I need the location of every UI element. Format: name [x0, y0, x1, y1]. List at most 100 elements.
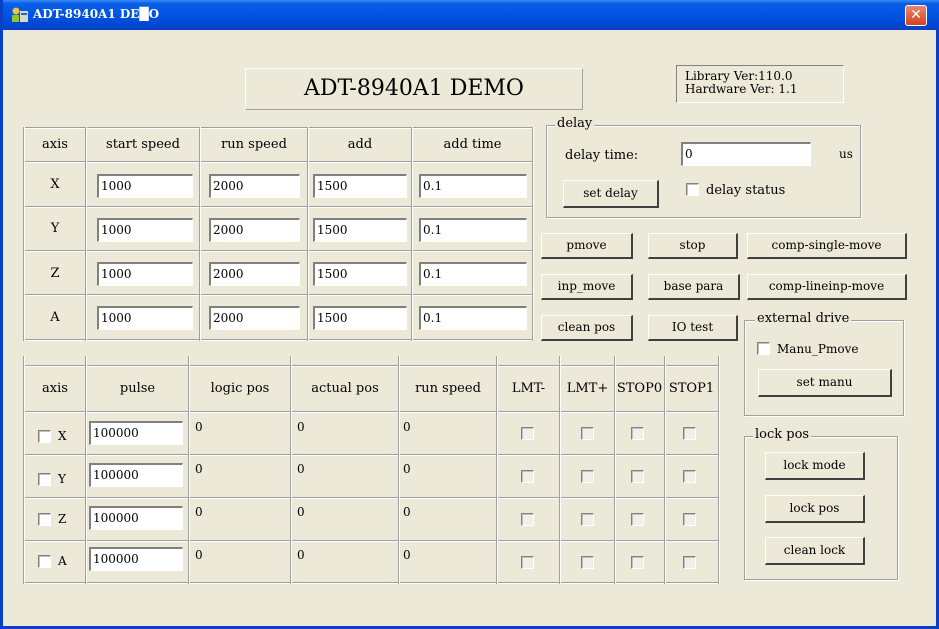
- actual-pos-value: 0: [297, 505, 305, 519]
- pos-header-stop0: STOP0: [616, 381, 663, 396]
- lock-mode-button[interactable]: lock mode: [765, 452, 865, 480]
- base-para-button[interactable]: base para: [648, 274, 740, 300]
- axis-select-checkbox[interactable]: [38, 513, 51, 526]
- stop0-indicator: [631, 427, 644, 440]
- speed-row-axis: A: [50, 310, 60, 325]
- manu-pmove-checkbox[interactable]: [757, 342, 770, 355]
- comp-single-move-button[interactable]: comp-single-move: [747, 233, 907, 259]
- pmove-button[interactable]: pmove: [541, 233, 633, 259]
- app-icon: [12, 7, 28, 22]
- lmt-minus-indicator: [521, 427, 534, 440]
- run-speed-field[interactable]: 2000: [209, 174, 300, 198]
- run-speed-field[interactable]: 2000: [209, 218, 300, 242]
- add-time-field[interactable]: 0.1: [419, 262, 527, 286]
- stop-button[interactable]: stop: [648, 233, 738, 259]
- pulse-field[interactable]: 100000: [89, 506, 183, 530]
- add-field[interactable]: 1500: [313, 218, 407, 242]
- pos-header-axis: axis: [42, 381, 68, 396]
- start-speed-field[interactable]: 1000: [97, 218, 193, 242]
- stop1-indicator: [683, 556, 696, 569]
- lock-pos-button[interactable]: lock pos: [765, 495, 865, 523]
- logic-pos-value: 0: [195, 462, 203, 476]
- run-speed-value: 0: [403, 548, 411, 562]
- add-field[interactable]: 1500: [313, 262, 407, 286]
- axis-select-checkbox[interactable]: [38, 555, 51, 568]
- stop0-indicator: [631, 556, 644, 569]
- delay-group-title: delay: [555, 116, 595, 131]
- add-field[interactable]: 1500: [313, 174, 407, 198]
- stop0-indicator: [631, 513, 644, 526]
- lmt-minus-indicator: [521, 556, 534, 569]
- logic-pos-value: 0: [195, 420, 203, 434]
- pulse-field[interactable]: 100000: [89, 421, 183, 445]
- start-speed-field[interactable]: 1000: [97, 306, 193, 330]
- pos-header-logic: logic pos: [210, 381, 270, 396]
- pos-header-stop1: STOP1: [668, 381, 715, 396]
- speed-row-axis: Z: [50, 266, 60, 281]
- pos-row-axis: Z: [58, 512, 67, 526]
- add-field[interactable]: 1500: [313, 306, 407, 330]
- pulse-field[interactable]: 100000: [89, 547, 183, 571]
- set-manu-button[interactable]: set manu: [758, 369, 892, 397]
- clean-lock-button[interactable]: clean lock: [765, 537, 865, 565]
- lmt-minus-indicator: [521, 513, 534, 526]
- logic-pos-value: 0: [195, 548, 203, 562]
- pos-header-actual: actual pos: [311, 381, 379, 396]
- logic-pos-value: 0: [195, 505, 203, 519]
- run-speed-field[interactable]: 2000: [209, 262, 300, 286]
- external-drive-title: external drive: [755, 311, 852, 326]
- speed-header-axis: axis: [42, 137, 68, 152]
- run-speed-field[interactable]: 2000: [209, 306, 300, 330]
- lmt-plus-indicator: [581, 513, 594, 526]
- add-time-field[interactable]: 0.1: [419, 218, 527, 242]
- pos-row-axis: A: [58, 554, 67, 568]
- set-delay-button[interactable]: set delay: [563, 180, 659, 208]
- actual-pos-value: 0: [297, 548, 305, 562]
- pulse-field[interactable]: 100000: [89, 463, 183, 487]
- actual-pos-value: 0: [297, 420, 305, 434]
- run-speed-value: 0: [403, 505, 411, 519]
- lmt-plus-indicator: [581, 556, 594, 569]
- lmt-minus-indicator: [521, 470, 534, 483]
- delay-status-checkbox[interactable]: [686, 183, 699, 196]
- axis-select-checkbox[interactable]: [38, 430, 51, 443]
- stop1-indicator: [683, 427, 696, 440]
- main-window: ADT-8940A1 DE█O ✕ ADT-8940A1 DEMO Librar…: [0, 0, 939, 629]
- delay-time-field[interactable]: 0: [681, 142, 811, 166]
- pos-row-axis: X: [58, 429, 67, 443]
- add-time-field[interactable]: 0.1: [419, 306, 527, 330]
- stop0-indicator: [631, 470, 644, 483]
- speed-header-start: start speed: [106, 137, 180, 152]
- clean-pos-button[interactable]: clean pos: [541, 315, 633, 341]
- speed-header-run: run speed: [221, 137, 287, 152]
- version-box: Library Ver:110.0 Hardware Ver: 1.1: [676, 65, 844, 103]
- window-title: ADT-8940A1 DE█O: [33, 7, 160, 21]
- add-time-field[interactable]: 0.1: [419, 174, 527, 198]
- actual-pos-value: 0: [297, 462, 305, 476]
- lmt-plus-indicator: [581, 427, 594, 440]
- speed-header-add: add: [347, 137, 373, 152]
- title-bar[interactable]: ADT-8940A1 DE█O ✕: [3, 0, 939, 30]
- inp-move-button[interactable]: inp_move: [541, 274, 633, 300]
- pos-row-axis: Y: [58, 472, 66, 486]
- io-test-button[interactable]: IO test: [648, 315, 738, 341]
- speed-row-axis: Y: [50, 221, 60, 236]
- stop1-indicator: [683, 513, 696, 526]
- run-speed-value: 0: [403, 462, 411, 476]
- delay-status-label: delay status: [706, 183, 786, 198]
- close-button[interactable]: ✕: [905, 5, 927, 26]
- lmt-plus-indicator: [581, 470, 594, 483]
- hardware-version: Hardware Ver: 1.1: [685, 82, 798, 96]
- comp-lineinp-move-button[interactable]: comp-lineinp-move: [747, 274, 907, 300]
- start-speed-field[interactable]: 1000: [97, 174, 193, 198]
- axis-select-checkbox[interactable]: [38, 473, 51, 486]
- pos-header-lmt-minus: LMT-: [511, 381, 546, 396]
- lock-pos-title: lock pos: [753, 427, 812, 442]
- pos-header-lmt-plus: LMT+: [566, 381, 609, 396]
- delay-time-label: delay time:: [565, 148, 639, 163]
- delay-unit-label: us: [839, 147, 853, 161]
- external-drive-group: [744, 320, 904, 416]
- start-speed-field[interactable]: 1000: [97, 262, 193, 286]
- stop1-indicator: [683, 470, 696, 483]
- speed-header-addtime: add time: [443, 137, 502, 152]
